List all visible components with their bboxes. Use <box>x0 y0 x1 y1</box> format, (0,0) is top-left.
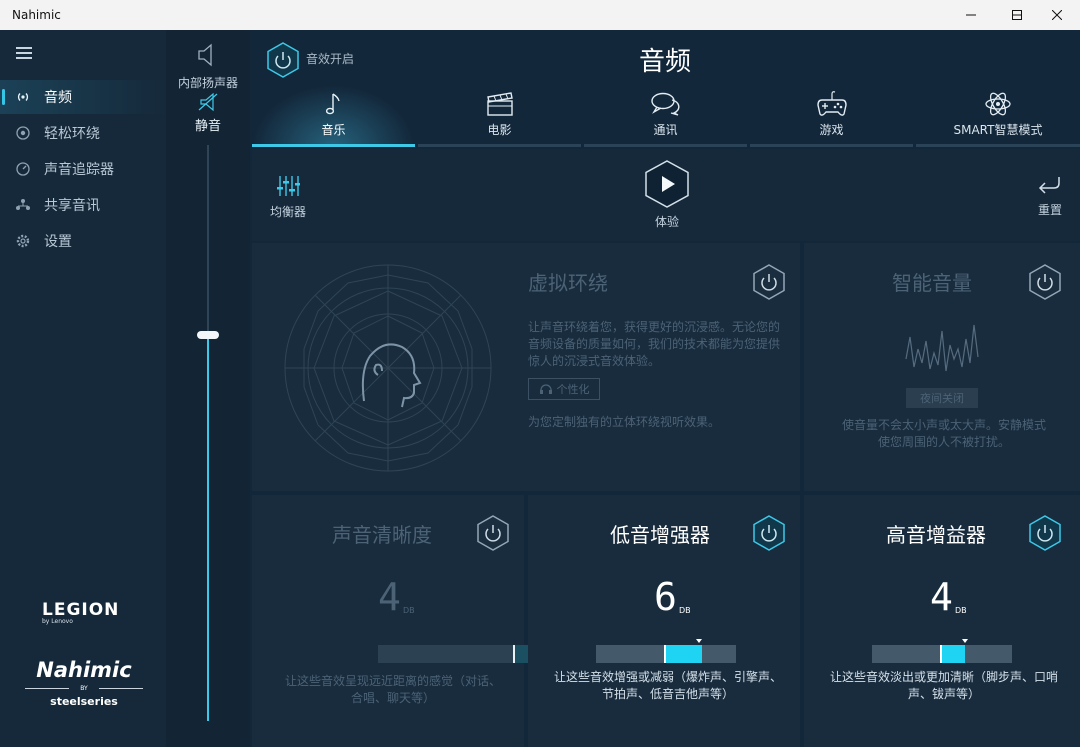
virtual-surround-title: 虚拟环绕 <box>528 271 608 295</box>
voice-clarity-title: 声音清晰度 <box>332 523 432 547</box>
minimize-button-alt[interactable] <box>948 0 994 30</box>
smart-volume-title: 智能音量 <box>892 271 972 295</box>
treble-boost-slider-fill <box>940 645 965 663</box>
sidebar: 音频 轻松环绕 声音追踪器 共享音讯 设置 LEGION by Lenovo N… <box>0 30 166 747</box>
smart-volume-power-toggle[interactable] <box>1028 264 1062 304</box>
bass-boost-description: 让这些音效增强或减弱（爆炸声、引擎声、节拍声、低音吉他声等） <box>554 670 783 701</box>
surround-icon <box>15 125 31 141</box>
main-content: 音效开启 音频 音乐 电影 通讯 游戏 SMART智慧模式 均衡器 体验 重置 … <box>250 30 1080 747</box>
night-mode-button[interactable]: 夜间关闭 <box>906 388 978 408</box>
sidebar-item-label: 声音追踪器 <box>44 162 114 178</box>
treble-boost-title: 高音增益器 <box>886 523 986 547</box>
bass-boost-panel: 低音增强器 6 DB 让这些音效增强或减弱（爆炸声、引擎声、节拍声、低音吉他声等… <box>528 495 800 747</box>
sidebar-item-surround[interactable]: 轻松环绕 <box>0 116 166 150</box>
equalizer-button[interactable]: 均衡器 <box>268 175 308 220</box>
power-icon <box>1029 515 1061 551</box>
power-icon <box>753 515 785 551</box>
nahimic-logo: Nahimic BY steelseries <box>25 658 143 708</box>
treble-boost-slider[interactable] <box>872 639 1012 663</box>
audio-toolbar: 均衡器 体验 重置 <box>252 149 1080 241</box>
bass-boost-slider[interactable] <box>596 639 736 663</box>
sidebar-item-tracker[interactable]: 声音追踪器 <box>0 152 166 186</box>
power-icon <box>477 515 509 551</box>
treble-boost-panel: 高音增益器 4 DB 让这些音效淡出或更加清晰（脚步声、口哨声、钹声等） <box>804 495 1080 747</box>
volume-panel: 内部扬声器 静音 <box>166 30 250 747</box>
personalize-button[interactable]: 个性化 <box>528 378 600 400</box>
mute-label: 静音 <box>194 119 221 134</box>
close-button[interactable] <box>1034 0 1080 30</box>
voice-clarity-power-toggle[interactable] <box>476 515 510 555</box>
atom-icon <box>916 89 1080 119</box>
waveform-icon <box>904 319 980 381</box>
volume-slider-thumb[interactable] <box>197 331 219 340</box>
active-indicator <box>2 89 5 105</box>
volume-track-fill <box>207 335 209 721</box>
treble-boost-description: 让这些音效淡出或更加清晰（脚步声、口哨声、钹声等） <box>830 670 1059 701</box>
sidebar-item-settings[interactable]: 设置 <box>0 224 166 258</box>
gear-icon <box>15 233 31 249</box>
virtual-surround-description: 让声音环绕着您，获得更好的沉浸感。无论您的音频设备的质量如何，我们的技术都能为您… <box>528 320 781 368</box>
bass-boost-power-toggle[interactable] <box>752 515 786 555</box>
play-button[interactable] <box>644 160 690 212</box>
tab-game[interactable]: 游戏 <box>750 85 913 147</box>
virtual-surround-power-toggle[interactable] <box>752 264 786 304</box>
chat-bubbles-icon <box>584 89 747 119</box>
sidebar-item-audio[interactable]: 音频 <box>0 80 166 114</box>
menu-icon[interactable] <box>16 47 32 59</box>
profile-tabs: 音乐 电影 通讯 游戏 SMART智慧模式 <box>252 85 1080 147</box>
sidebar-item-label: 轻松环绕 <box>44 126 100 142</box>
play-icon <box>645 160 689 208</box>
sound-sphere-illustration <box>272 261 504 479</box>
try-label: 体验 <box>654 215 679 229</box>
treble-boost-value: 4 <box>930 575 953 619</box>
voice-clarity-slider[interactable] <box>378 639 541 663</box>
power-icon <box>753 264 785 300</box>
music-note-icon <box>252 89 415 119</box>
treble-boost-power-toggle[interactable] <box>1028 515 1062 555</box>
mute-icon[interactable] <box>197 92 219 116</box>
page-title: 音频 <box>638 47 691 77</box>
legion-logo: LEGION by Lenovo <box>42 600 120 625</box>
voice-clarity-unit: DB <box>403 606 415 615</box>
speaker-device-label: 内部扬声器 <box>177 76 238 90</box>
tab-movie[interactable]: 电影 <box>418 85 581 147</box>
virtual-surround-footer: 为您定制独有的立体环绕视听效果。 <box>528 415 721 429</box>
smart-volume-panel: 智能音量 夜间关闭 使音量不会太小声或太大声。安静模式使您周围的人不被打扰。 <box>804 243 1080 491</box>
maximize-icon <box>1012 10 1022 20</box>
bass-boost-title: 低音增强器 <box>610 523 710 547</box>
sidebar-item-label: 共享音讯 <box>44 198 100 214</box>
sidebar-item-label: 设置 <box>44 234 72 250</box>
tab-communication[interactable]: 通讯 <box>584 85 747 147</box>
tab-music[interactable]: 音乐 <box>252 85 415 147</box>
gamepad-icon <box>750 89 913 119</box>
window-title: Nahimic <box>12 8 61 22</box>
smart-volume-description: 使音量不会太小声或太大声。安静模式使您周围的人不被打扰。 <box>841 418 1046 449</box>
share-network-icon <box>15 197 31 213</box>
voice-clarity-description: 让这些音效呈现远近距离的感觉（对话、合唱、聊天等） <box>284 674 501 705</box>
tracker-gauge-icon <box>15 161 31 177</box>
treble-boost-unit: DB <box>955 606 967 615</box>
clapperboard-icon <box>418 89 581 119</box>
bass-boost-unit: DB <box>679 606 691 615</box>
voice-clarity-panel: 声音清晰度 4 DB 让这些音效呈现远近距离的感觉（对话、合唱、聊天等） <box>252 495 541 747</box>
power-icon <box>1029 264 1061 300</box>
speaker-icon[interactable] <box>196 42 220 72</box>
equalizer-icon <box>277 176 301 196</box>
sidebar-item-label: 音频 <box>44 90 72 106</box>
virtual-surround-panel: 虚拟环绕 让声音环绕着您，获得更好的沉浸感。无论您的音频设备的质量如何，我们的技… <box>252 243 800 491</box>
reset-button[interactable]: 重置 <box>1030 175 1070 218</box>
headphones-icon <box>539 384 552 394</box>
voice-clarity-value: 4 <box>378 575 401 619</box>
title-bar: Nahimic <box>0 0 1080 30</box>
undo-arrow-icon <box>1038 177 1060 194</box>
close-icon <box>1052 10 1062 20</box>
bass-boost-slider-fill <box>664 645 702 663</box>
audio-waves-icon <box>15 89 31 105</box>
minimize-icon <box>966 14 976 16</box>
sidebar-item-share[interactable]: 共享音讯 <box>0 188 166 222</box>
bass-boost-value: 6 <box>654 575 677 619</box>
tab-smart-mode[interactable]: SMART智慧模式 <box>916 85 1080 147</box>
